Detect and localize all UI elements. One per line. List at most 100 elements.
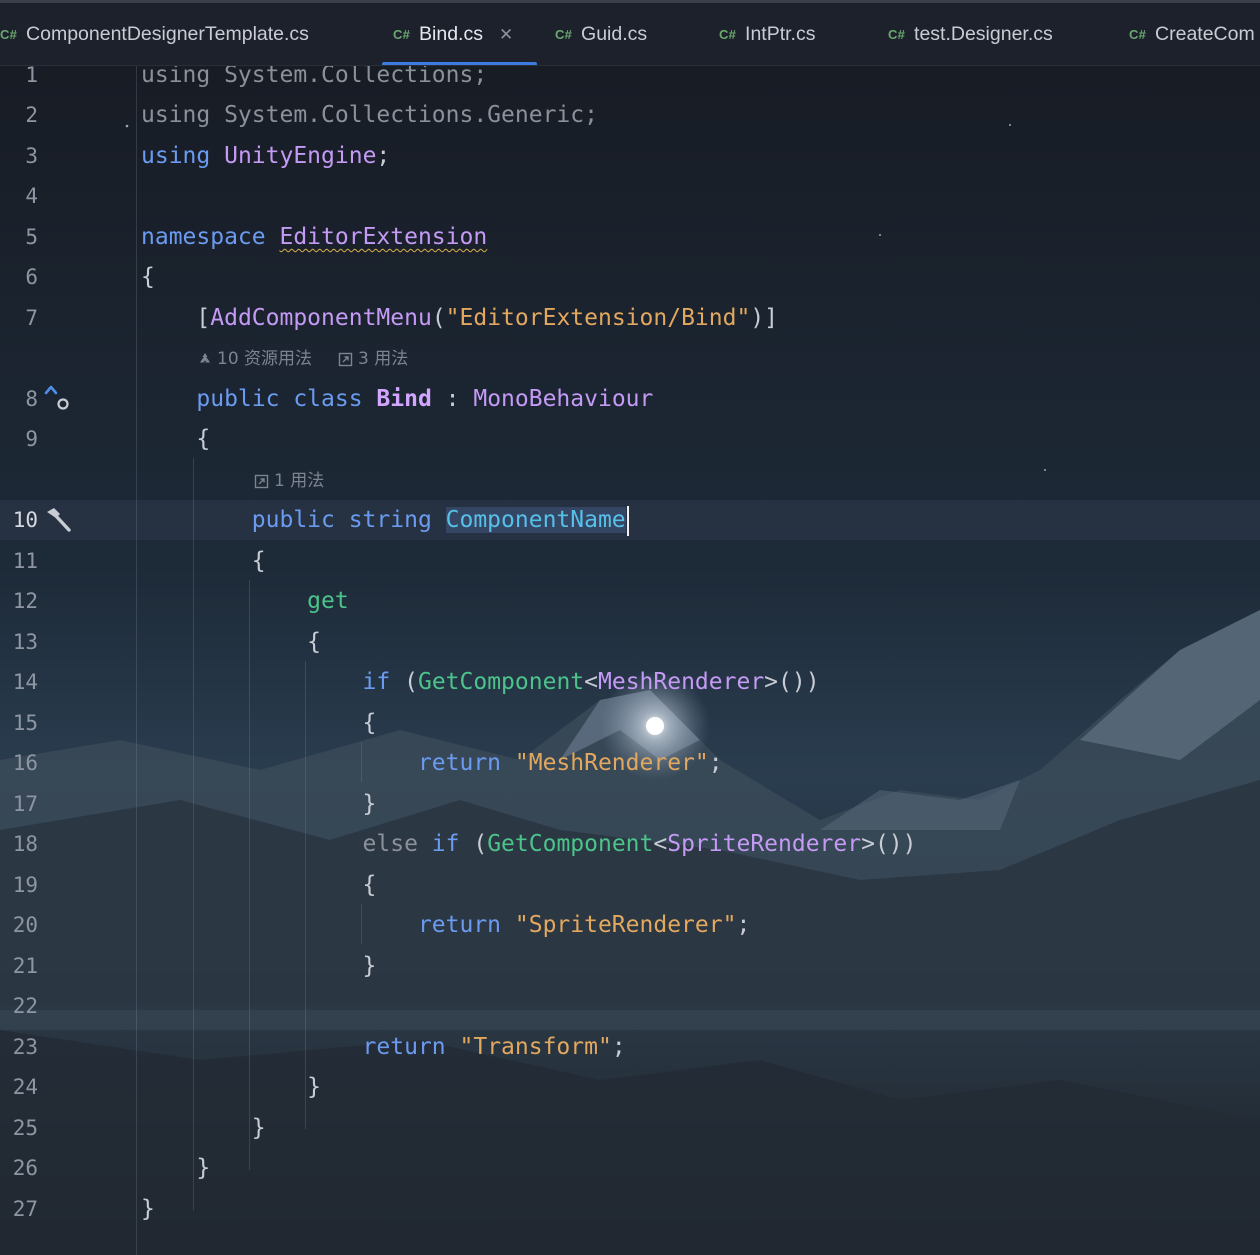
usages-hint[interactable]: 3 用法 bbox=[338, 344, 408, 374]
code-token: } bbox=[141, 1074, 322, 1100]
line-number[interactable]: 8 bbox=[0, 379, 38, 419]
code-line[interactable]: 23 return "Transform"; bbox=[0, 1027, 1260, 1067]
code-token: if bbox=[431, 831, 474, 857]
line-number[interactable]: 12 bbox=[0, 581, 38, 621]
inheritance-gutter-icon[interactable] bbox=[44, 379, 72, 419]
code-line[interactable]: 15 { bbox=[0, 703, 1260, 743]
code-line[interactable]: 12 get bbox=[0, 581, 1260, 621]
class-usage-hints: 10 资源用法 3 用法 bbox=[198, 344, 434, 374]
line-number[interactable]: 5 bbox=[0, 217, 38, 257]
line-number[interactable]: 25 bbox=[0, 1108, 38, 1148]
line-number[interactable]: 15 bbox=[0, 703, 38, 743]
code-token: { bbox=[141, 426, 211, 452]
code-token: >()) bbox=[861, 831, 917, 857]
line-number[interactable]: 27 bbox=[0, 1189, 38, 1229]
code-line[interactable]: 25 } bbox=[0, 1108, 1260, 1148]
code-line[interactable]: 7 [AddComponentMenu("EditorExtension/Bin… bbox=[0, 298, 1260, 338]
code-token: ; bbox=[708, 750, 723, 776]
hammer-icon[interactable] bbox=[44, 500, 72, 540]
line-number[interactable]: 23 bbox=[0, 1027, 38, 1067]
code-line[interactable]: 6{ bbox=[0, 257, 1260, 297]
line-number[interactable]: 11 bbox=[0, 541, 38, 581]
csharp-file-icon: C# bbox=[555, 27, 573, 42]
line-number[interactable]: 2 bbox=[0, 95, 38, 135]
tab-bind[interactable]: C# Bind.cs ✕ bbox=[393, 3, 513, 65]
code-token: return bbox=[141, 750, 515, 776]
line-number[interactable]: 9 bbox=[0, 419, 38, 459]
code-token: ; bbox=[376, 143, 391, 169]
code-text: get bbox=[141, 581, 349, 621]
code-token: < bbox=[584, 669, 598, 695]
line-number[interactable]: 7 bbox=[0, 298, 38, 338]
tab-label: test.Designer.cs bbox=[914, 23, 1053, 45]
code-token: "EditorExtension/Bind" bbox=[445, 305, 751, 331]
code-line[interactable]: 2 using System.Collections.Generic; bbox=[0, 95, 1260, 135]
resource-usages-hint[interactable]: 10 资源用法 bbox=[198, 344, 312, 374]
line-number[interactable]: 24 bbox=[0, 1067, 38, 1107]
line-number[interactable]: 22 bbox=[0, 986, 38, 1026]
tab-componentdesignertemplate[interactable]: C# ComponentDesignerTemplate.cs bbox=[0, 3, 309, 65]
line-number[interactable]: 18 bbox=[0, 824, 38, 864]
code-line[interactable]: 5 namespace EditorExtension bbox=[0, 217, 1260, 257]
line-number[interactable]: 3 bbox=[0, 136, 38, 176]
code-token: ComponentName bbox=[445, 507, 626, 533]
code-token: : bbox=[431, 386, 474, 412]
line-number[interactable]: 26 bbox=[0, 1148, 38, 1188]
property-usage-hint[interactable]: 1 用法 bbox=[254, 466, 350, 496]
line-number[interactable]: 21 bbox=[0, 946, 38, 986]
code-line[interactable]: 21 } bbox=[0, 946, 1260, 986]
code-token: )] bbox=[750, 305, 779, 331]
code-line[interactable]: 10 public string ComponentName bbox=[0, 500, 1260, 540]
line-number[interactable]: 14 bbox=[0, 662, 38, 702]
line-number[interactable]: 19 bbox=[0, 865, 38, 905]
code-text: { bbox=[141, 622, 321, 662]
line-number[interactable]: 4 bbox=[0, 176, 38, 216]
code-line[interactable]: 17 } bbox=[0, 784, 1260, 824]
code-editor[interactable]: 1 using System.Collections; 2 using System.… bbox=[0, 62, 1260, 1255]
line-number[interactable]: 20 bbox=[0, 905, 38, 945]
tab-test-designer[interactable]: C# test.Designer.cs bbox=[888, 3, 1053, 65]
code-token: GetComponent bbox=[487, 831, 654, 857]
code-line[interactable]: 20 return "SpriteRenderer"; bbox=[0, 905, 1260, 945]
code-token: MonoBehaviour bbox=[473, 386, 654, 412]
tab-createcom[interactable]: C# CreateCom bbox=[1129, 3, 1255, 65]
code-line[interactable]: 9 { bbox=[0, 419, 1260, 459]
code-line[interactable]: 4 bbox=[0, 176, 1260, 216]
code-token: { bbox=[141, 710, 377, 736]
code-token: "Transform" bbox=[459, 1034, 612, 1060]
code-line[interactable]: 3 using UnityEngine; bbox=[0, 136, 1260, 176]
csharp-file-icon: C# bbox=[888, 27, 906, 42]
close-icon[interactable]: ✕ bbox=[499, 25, 513, 45]
line-number[interactable]: 17 bbox=[0, 784, 38, 824]
line-number[interactable]: 10 bbox=[0, 500, 38, 540]
code-line[interactable]: 26 } bbox=[0, 1148, 1260, 1188]
code-line[interactable]: 14 if (GetComponent<MeshRenderer>()) bbox=[0, 662, 1260, 702]
code-token: using System.Collections.Generic; bbox=[141, 102, 598, 128]
code-line[interactable]: 19 { bbox=[0, 865, 1260, 905]
code-line[interactable]: 18 else if (GetComponent<SpriteRenderer>… bbox=[0, 824, 1260, 864]
code-line[interactable]: 13 { bbox=[0, 622, 1260, 662]
tab-intptr[interactable]: C# IntPtr.cs bbox=[719, 3, 815, 65]
line-number[interactable]: 16 bbox=[0, 743, 38, 783]
line-number[interactable]: 13 bbox=[0, 622, 38, 662]
code-line[interactable]: 11 { bbox=[0, 541, 1260, 581]
code-text: } bbox=[141, 1067, 321, 1107]
code-text: namespace EditorExtension bbox=[141, 217, 487, 257]
line-number[interactable]: 6 bbox=[0, 257, 38, 297]
code-line[interactable]: 27} bbox=[0, 1189, 1260, 1229]
code-token: EditorExtension bbox=[279, 224, 488, 250]
code-line[interactable]: 16 return "MeshRenderer"; bbox=[0, 743, 1260, 783]
code-line[interactable]: 22 bbox=[0, 986, 1260, 1026]
text-caret bbox=[626, 505, 629, 536]
code-line[interactable]: 8 public class Bind : MonoBehaviour bbox=[0, 379, 1260, 419]
code-text: } bbox=[141, 784, 377, 824]
code-text: } bbox=[141, 1108, 266, 1148]
tab-guid[interactable]: C# Guid.cs bbox=[555, 3, 647, 65]
code-text: } bbox=[141, 1189, 155, 1229]
code-text: return "Transform"; bbox=[141, 1027, 626, 1067]
usages-link-icon bbox=[338, 352, 353, 366]
code-text: return "SpriteRenderer"; bbox=[141, 905, 750, 945]
code-line[interactable]: 24 } bbox=[0, 1067, 1260, 1107]
code-text: public string ComponentName bbox=[141, 500, 629, 540]
code-token: GetComponent bbox=[417, 669, 585, 695]
